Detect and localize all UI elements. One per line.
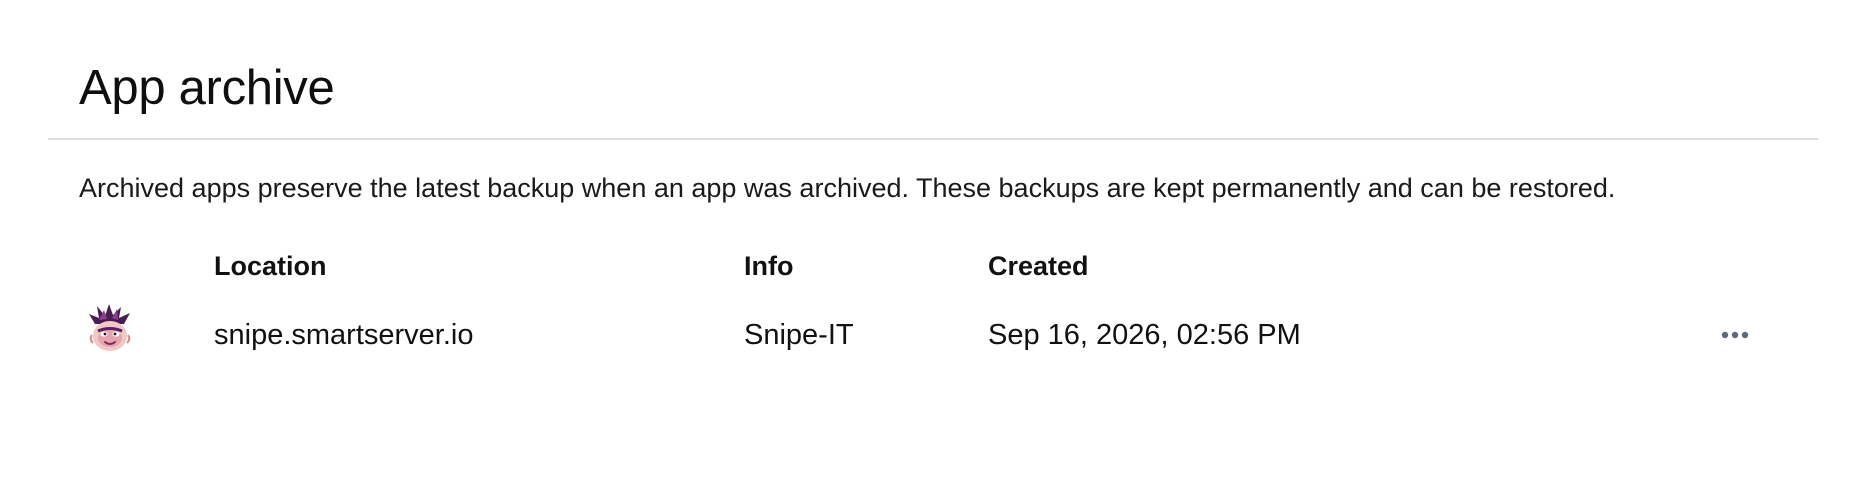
snipe-it-app-icon [87,304,133,354]
title-divider [48,138,1818,140]
column-header-info: Info [744,251,794,281]
row-actions-button[interactable] [1713,318,1757,352]
more-horizontal-icon [1721,331,1749,339]
row-location: snipe.smartserver.io [214,319,474,351]
column-header-created: Created [988,251,1089,281]
page-description: Archived apps preserve the latest backup… [79,173,1616,203]
row-created: Sep 16, 2026, 02:56 PM [988,319,1301,351]
column-header-location: Location [214,251,327,281]
row-info: Snipe-IT [744,319,854,351]
page-title: App archive [79,61,335,115]
